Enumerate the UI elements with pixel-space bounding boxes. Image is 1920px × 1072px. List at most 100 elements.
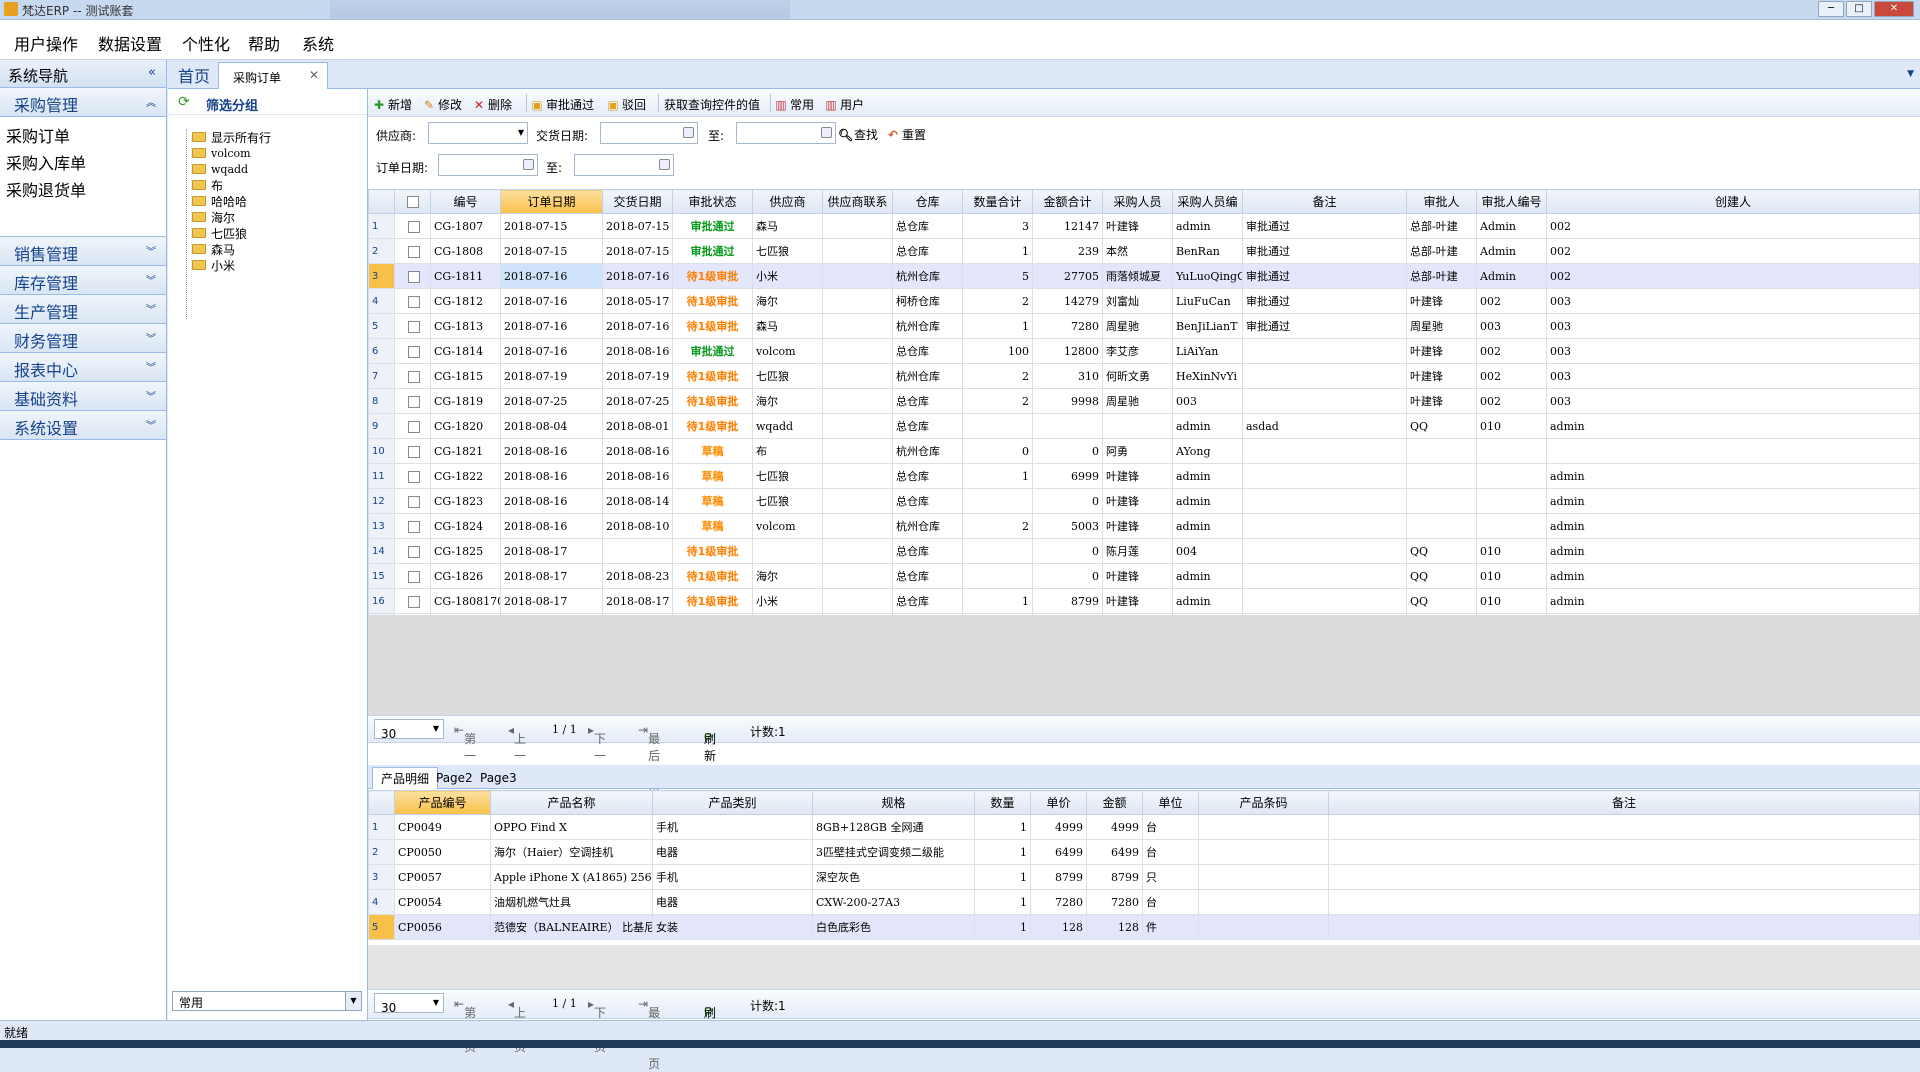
cell-code[interactable]: CG-1808170 xyxy=(430,588,501,614)
calendar-icon[interactable] xyxy=(683,127,694,138)
cell-creator[interactable] xyxy=(1546,438,1920,464)
cell-ddate[interactable]: 2018-07-16 xyxy=(602,313,673,339)
row-checkbox[interactable] xyxy=(408,370,420,383)
tree-node[interactable]: volcom xyxy=(192,145,251,161)
cell-buyer[interactable]: 周星驰 xyxy=(1102,388,1173,414)
cell-spec[interactable]: 8GB+128GB 全网通 xyxy=(812,814,975,840)
cell-qty[interactable]: 2 xyxy=(962,288,1033,314)
cell-qty[interactable]: 1 xyxy=(974,839,1031,865)
cell-code[interactable]: CG-1821 xyxy=(430,438,501,464)
cell-contact[interactable] xyxy=(822,438,893,464)
cell-status[interactable]: 待1级审批 xyxy=(672,288,753,314)
close-tab-icon[interactable]: ✕ xyxy=(309,68,319,82)
cell-approver_code[interactable]: Admin xyxy=(1476,213,1547,239)
cell-code[interactable]: CP0056 xyxy=(394,914,491,940)
supplier-select[interactable]: ▼ xyxy=(428,122,528,144)
row-checkbox[interactable] xyxy=(408,395,420,408)
cell-status[interactable]: 待1级审批 xyxy=(672,538,753,564)
cell-remark[interactable] xyxy=(1242,338,1407,364)
cell-buyer_code[interactable]: BenRan xyxy=(1172,238,1243,264)
prev-page-button[interactable]: ◂ 上一页 xyxy=(508,997,526,1054)
cell-odate[interactable]: 2018-08-17 xyxy=(500,588,603,614)
approve-button[interactable]: ▣ 审批通过 xyxy=(530,96,594,113)
col-header[interactable]: 数量 xyxy=(974,790,1031,815)
nav-group-reports[interactable]: 报表中心 ︾ xyxy=(0,353,166,382)
nav-group-purchase[interactable]: 采购管理 ︽ xyxy=(0,88,166,117)
row-select-cell[interactable] xyxy=(394,463,431,489)
cell-supplier[interactable]: 布 xyxy=(752,438,823,464)
cell-code[interactable]: CG-1808 xyxy=(430,238,501,264)
cell-name[interactable]: Apple iPhone X (A1865) 256GB xyxy=(490,864,653,890)
cell-odate[interactable]: 2018-08-04 xyxy=(500,413,603,439)
cell-approver[interactable]: 总部-叶建 xyxy=(1406,263,1477,289)
cell-qty[interactable]: 3 xyxy=(962,213,1033,239)
table-row[interactable]: 4 CG-1812 2018-07-16 2018-05-17 待1级审批 海尔 柯桥仓库 2… xyxy=(368,288,1920,314)
cell-amt[interactable]: 0 xyxy=(1032,538,1103,564)
cell-supplier[interactable]: wqadd xyxy=(752,413,823,439)
col-header[interactable]: 金额合计 xyxy=(1032,189,1103,214)
table-row[interactable]: 12 CG-1823 2018-08-16 2018-08-14 草稿 七匹狼 总仓库 0 叶建… xyxy=(368,488,1920,514)
cell-creator[interactable]: admin xyxy=(1546,588,1920,614)
cell-code[interactable]: CG-1823 xyxy=(430,488,501,514)
cell-price[interactable]: 7280 xyxy=(1030,889,1087,915)
cell-ddate[interactable]: 2018-07-15 xyxy=(602,238,673,264)
reset-button[interactable]: ↶ 重置 xyxy=(886,126,926,143)
col-header[interactable]: 审批状态 xyxy=(672,189,753,214)
cell-code[interactable]: CP0049 xyxy=(394,814,491,840)
col-header[interactable]: 规格 xyxy=(812,790,975,815)
row-checkbox[interactable] xyxy=(408,270,420,283)
cell-buyer[interactable]: 雨落倾城夏 xyxy=(1102,263,1173,289)
cell-supplier[interactable] xyxy=(752,538,823,564)
table-row[interactable]: 2 CG-1808 2018-07-15 2018-07-15 审批通过 七匹狼 总仓库 1 2… xyxy=(368,238,1920,264)
maximize-button[interactable]: □ xyxy=(1846,1,1872,17)
menu-data-settings[interactable]: 数据设置 xyxy=(98,31,162,55)
order-date-from-input[interactable] xyxy=(438,154,538,176)
cell-qty[interactable]: 1 xyxy=(974,814,1031,840)
cell-ddate[interactable]: 2018-07-16 xyxy=(602,263,673,289)
cell-contact[interactable] xyxy=(822,288,893,314)
nav-group-finance[interactable]: 财务管理 ︾ xyxy=(0,324,166,353)
cell-amt[interactable]: 128 xyxy=(1086,914,1143,940)
cell-buyer[interactable]: 李艾彦 xyxy=(1102,338,1173,364)
cell-odate[interactable]: 2018-07-16 xyxy=(500,263,603,289)
cell-buyer_code[interactable]: admin xyxy=(1172,413,1243,439)
cell-approver_code[interactable]: 010 xyxy=(1476,413,1547,439)
menu-system[interactable]: 系统 xyxy=(302,31,334,55)
row-checkbox[interactable] xyxy=(408,595,420,608)
cell-price[interactable]: 128 xyxy=(1030,914,1087,940)
cell-qty[interactable] xyxy=(962,413,1033,439)
cell-approver_code[interactable]: 002 xyxy=(1476,338,1547,364)
cell-approver_code[interactable]: Admin xyxy=(1476,238,1547,264)
last-page-button[interactable]: ⇥ 最后一页 xyxy=(638,997,660,1071)
cell-creator[interactable]: 003 xyxy=(1546,288,1920,314)
cell-code[interactable]: CG-1813 xyxy=(430,313,501,339)
table-row[interactable]: 5CP0056范德安（BALNEAIRE） 比基尼披纱女装白色底彩色112812… xyxy=(368,914,1920,940)
table-row[interactable]: 1 CP0049 OPPO Find X 手机 8GB+128GB 全网通 1 4999 49… xyxy=(368,814,1920,840)
cell-creator[interactable]: admin xyxy=(1546,513,1920,539)
cell-supplier[interactable]: 森马 xyxy=(752,313,823,339)
cell-odate[interactable]: 2018-07-15 xyxy=(500,213,603,239)
cell-approver[interactable]: 叶建锋 xyxy=(1406,363,1477,389)
cell-code[interactable]: CG-1812 xyxy=(430,288,501,314)
cell-spec[interactable]: 白色底彩色 xyxy=(812,914,975,940)
cell-buyer[interactable]: 刘富灿 xyxy=(1102,288,1173,314)
cell-contact[interactable] xyxy=(822,488,893,514)
row-select-cell[interactable] xyxy=(394,513,431,539)
cell-amt[interactable]: 4999 xyxy=(1086,814,1143,840)
tree-node[interactable]: 小米 xyxy=(192,257,235,273)
cell-remark[interactable] xyxy=(1242,538,1407,564)
cell-odate[interactable]: 2018-07-15 xyxy=(500,238,603,264)
cell-buyer[interactable]: 阿勇 xyxy=(1102,438,1173,464)
cell-code[interactable]: CG-1826 xyxy=(430,563,501,589)
cell-code[interactable]: CG-1807 xyxy=(430,213,501,239)
nav-group-basics[interactable]: 基础资料 ︾ xyxy=(0,382,166,411)
cell-wh[interactable]: 总仓库 xyxy=(892,238,963,264)
col-header[interactable]: 审批人 xyxy=(1406,189,1477,214)
cell-amt[interactable]: 8799 xyxy=(1032,588,1103,614)
col-header[interactable]: 数量合计 xyxy=(962,189,1033,214)
cell-approver[interactable]: 叶建锋 xyxy=(1406,338,1477,364)
cell-creator[interactable]: admin xyxy=(1546,463,1920,489)
cell-amt[interactable]: 7280 xyxy=(1032,313,1103,339)
cell-creator[interactable]: 003 xyxy=(1546,363,1920,389)
cell-wh[interactable]: 柯桥仓库 xyxy=(892,288,963,314)
